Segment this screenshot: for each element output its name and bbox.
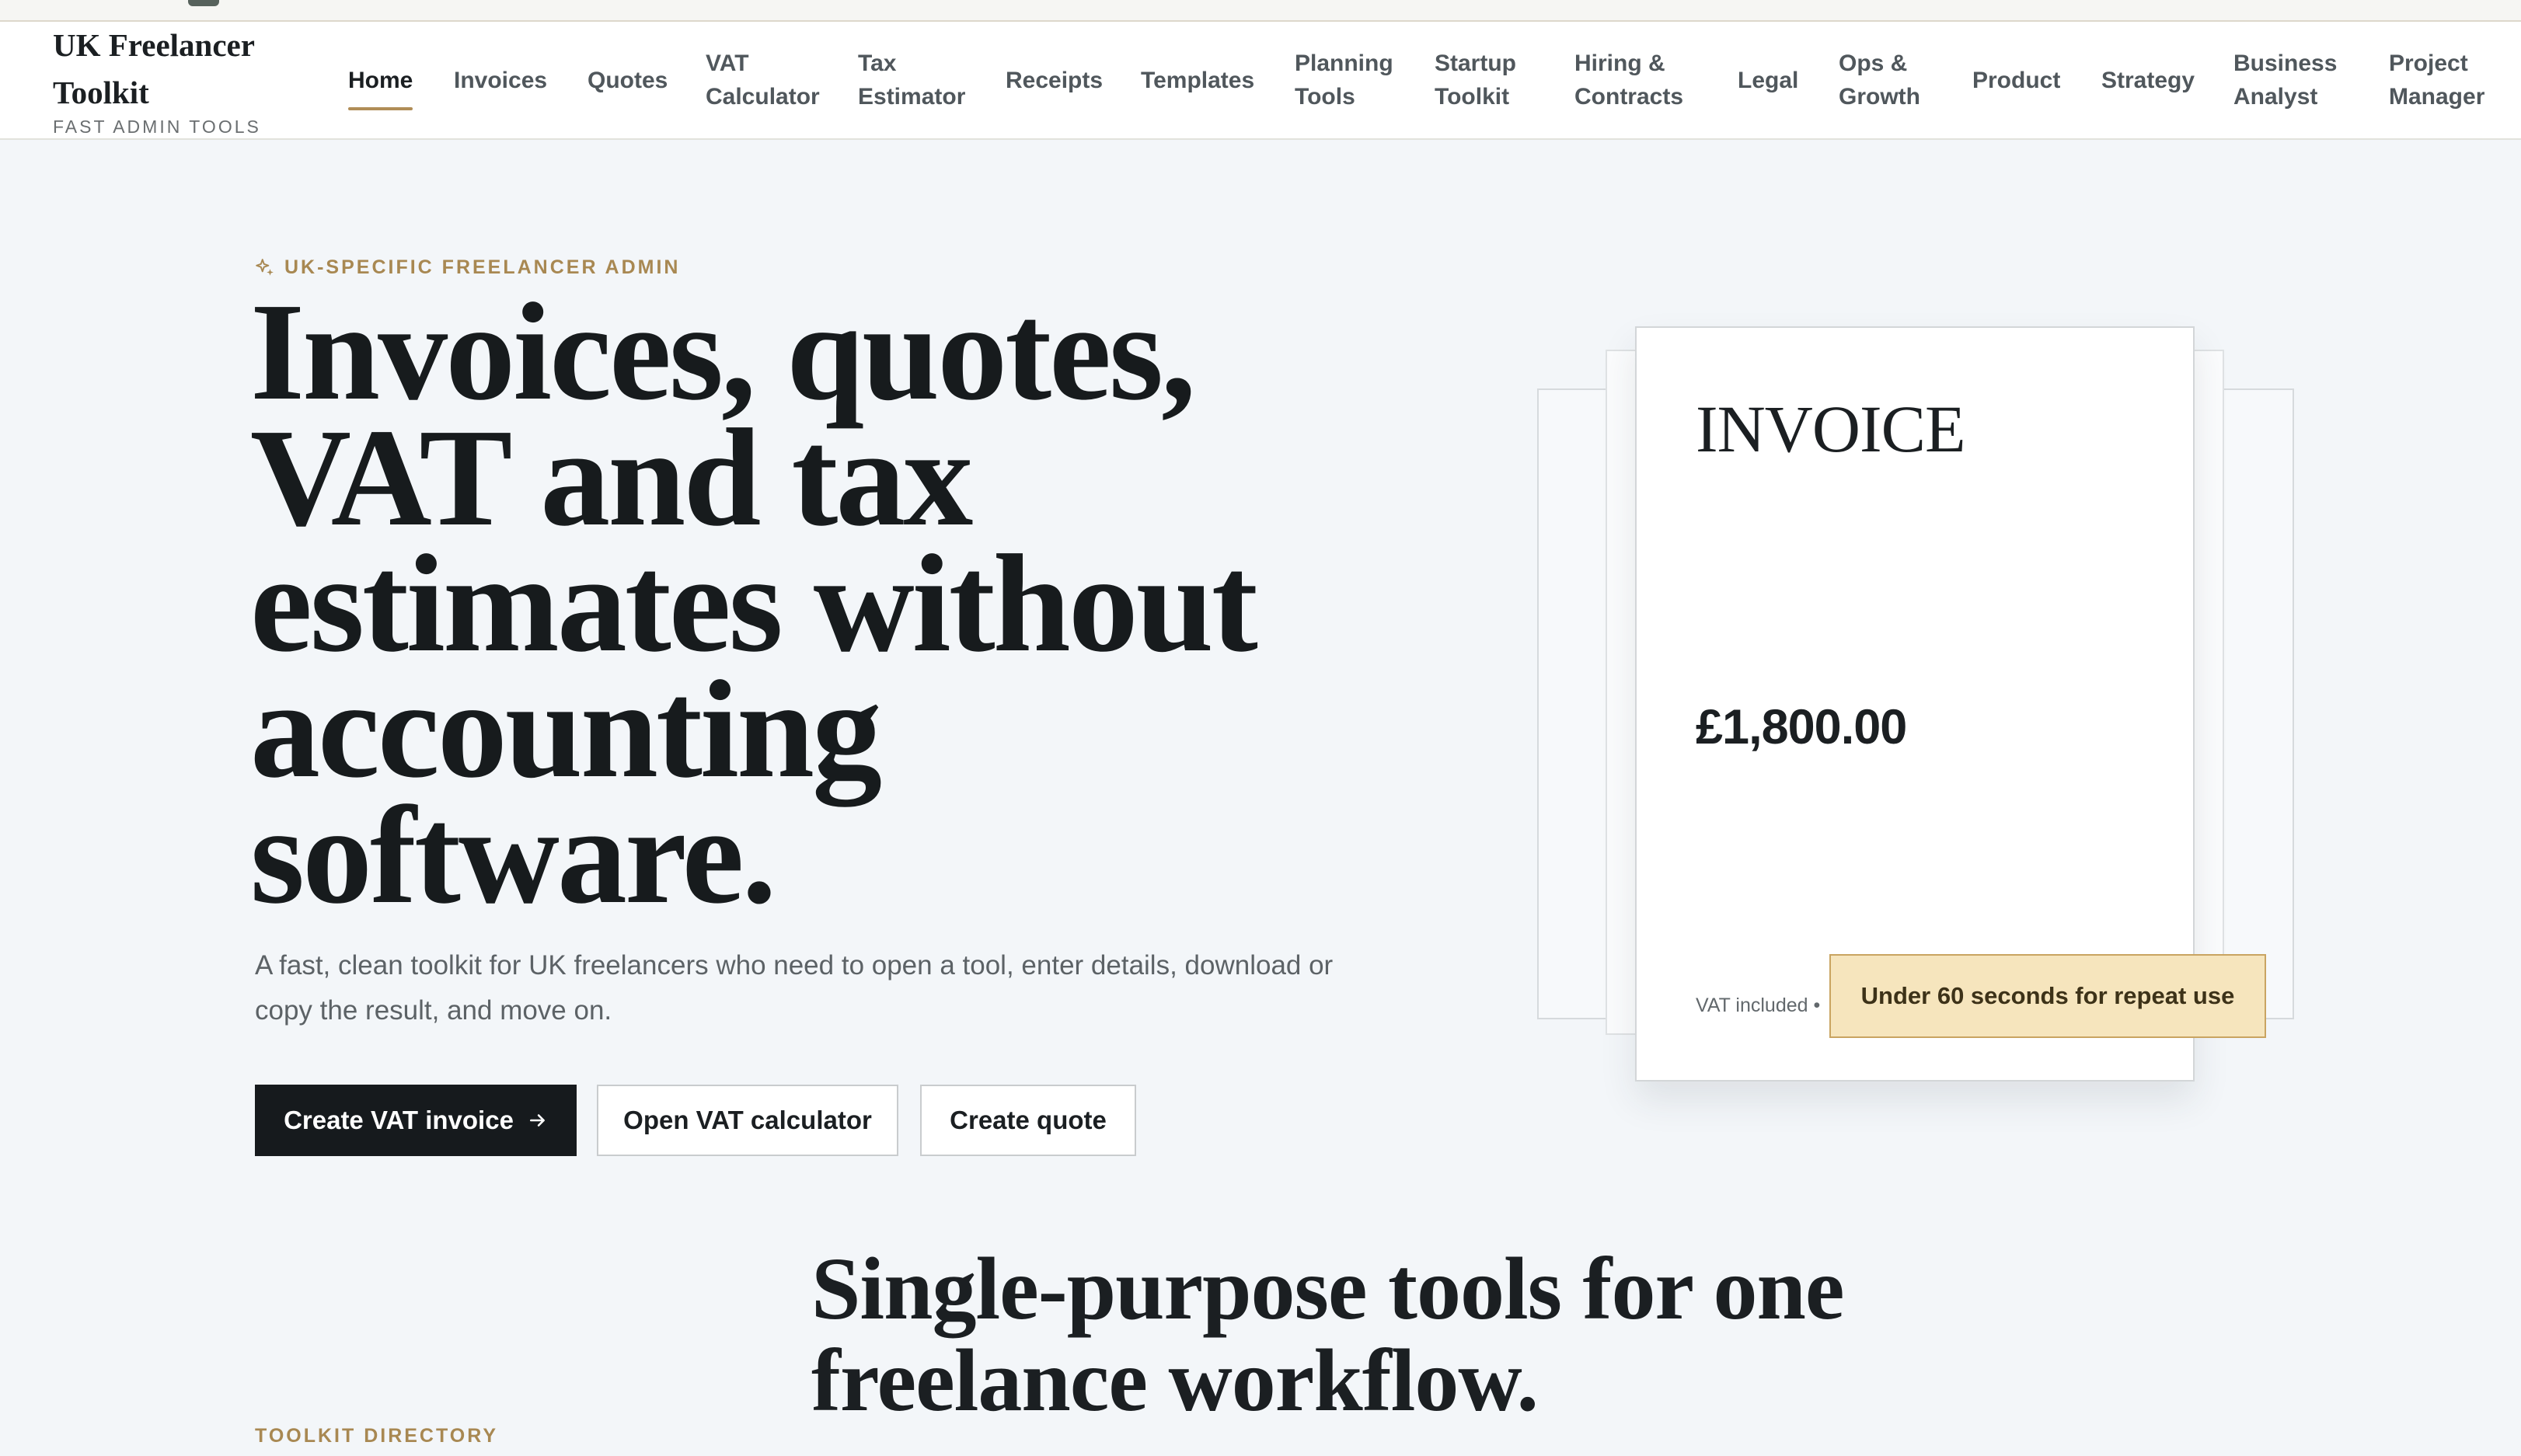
nav-item-hiring-contracts[interactable]: Hiring & Contracts: [1574, 22, 1699, 138]
create-vat-invoice-button[interactable]: Create VAT invoice: [255, 1085, 577, 1156]
nav-item-business-analyst[interactable]: Business Analyst: [2233, 22, 2342, 138]
nav-item-legal[interactable]: Legal: [1738, 22, 1798, 138]
nav-item-quotes[interactable]: Quotes: [588, 22, 668, 138]
nav-item-home[interactable]: Home: [348, 22, 413, 138]
create-vat-invoice-label: Create VAT invoice: [284, 1106, 514, 1134]
nav-item-startup-toolkit[interactable]: Startup Toolkit: [1435, 22, 1528, 138]
open-vat-calculator-button[interactable]: Open VAT calculator: [597, 1085, 898, 1156]
brand[interactable]: UK Freelancer Toolkit FAST ADMIN TOOLS: [53, 22, 317, 137]
nav-item-tax-estimator[interactable]: Tax Estimator: [858, 22, 975, 138]
nav-item-project-manager[interactable]: Project Manager: [2389, 22, 2505, 138]
invoice-amount: £1,800.00: [1696, 700, 1907, 754]
nav-item-templates[interactable]: Templates: [1141, 22, 1254, 138]
nav-item-product[interactable]: Product: [1972, 22, 2060, 138]
directory-label: TOOLKIT DIRECTORY: [255, 1425, 499, 1447]
browser-top-strip: [0, 0, 2521, 22]
nav-item-strategy[interactable]: Strategy: [2101, 22, 2195, 138]
tab-indicator: [188, 0, 219, 6]
create-quote-button[interactable]: Create quote: [920, 1085, 1136, 1156]
speed-badge: Under 60 seconds for repeat use: [1829, 954, 2266, 1038]
vat-included-note: VAT included •: [1696, 994, 1821, 1016]
nav-item-ops-growth[interactable]: Ops & Growth: [1839, 22, 1932, 138]
brand-title[interactable]: UK Freelancer Toolkit: [53, 22, 294, 117]
nav-item-vat-calculator[interactable]: VAT Calculator: [706, 22, 830, 138]
nav-item-receipts[interactable]: Receipts: [1006, 22, 1103, 138]
site-header: UK Freelancer Toolkit FAST ADMIN TOOLS H…: [0, 22, 2521, 140]
nav-item-planning-tools[interactable]: Planning Tools: [1295, 22, 1403, 138]
nav-item-invoices[interactable]: Invoices: [454, 22, 547, 138]
hero-title: Invoices, quotes, VAT and tax estimates …: [250, 274, 1258, 932]
hero-description: A fast, clean toolkit for UK freelancers…: [255, 950, 1334, 1026]
invoice-heading: INVOICE: [1696, 392, 1965, 466]
arrow-right-icon: [529, 1114, 545, 1127]
brand-subtitle: FAST ADMIN TOOLS: [53, 117, 261, 137]
directory-section-title: Single-purpose tools for one freelance w…: [811, 1239, 1844, 1430]
